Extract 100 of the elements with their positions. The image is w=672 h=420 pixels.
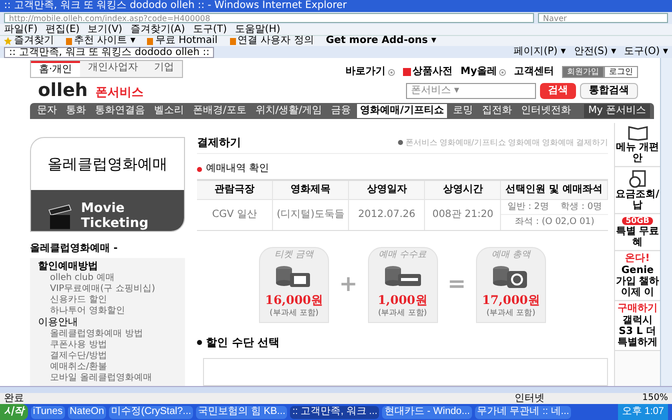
menu-link[interactable]: 하나투어 영화할인 <box>38 306 177 316</box>
taskbar-button[interactable]: iTunes <box>31 406 65 418</box>
util-link[interactable]: 상품사전 <box>412 67 453 77</box>
table-cell: 008관 21:20 <box>425 200 502 230</box>
price-amount: 1,000원 <box>378 294 428 306</box>
price-label: 예매 수수료 <box>378 251 426 260</box>
taskbar-button[interactable]: 현대카드 - Windo... <box>382 406 472 418</box>
nav-item[interactable]: 통화 <box>63 104 89 118</box>
taskbar-button[interactable]: NateOn <box>68 406 106 418</box>
total-search-button[interactable]: 통합검색 <box>580 83 638 99</box>
menu-group[interactable]: 이용안내 <box>38 317 177 328</box>
rail-label: 갤럭시S3 L 더 특별하게 <box>616 315 658 348</box>
menu-link[interactable]: 올레클럽영화예매 방법 <box>38 329 177 339</box>
table-cell: (디지털)도둑들 <box>273 200 350 230</box>
rail-label: 요금조회/납 <box>616 189 660 211</box>
nav-item[interactable]: 로밍 <box>450 104 476 118</box>
menu-item[interactable]: 도움말(H) <box>234 24 280 34</box>
menu-link[interactable]: 신용카드 할인 <box>38 295 177 305</box>
toolbar-menu[interactable]: 안전(S) ▾ <box>574 47 616 57</box>
toolbar-menu[interactable]: 페이지(P) ▾ <box>514 47 566 57</box>
price-amount: 17,000원 <box>482 294 540 306</box>
util-link[interactable]: My올레 <box>460 67 497 77</box>
menu-link[interactable]: 결제수단/방법 <box>38 351 177 361</box>
account-button[interactable]: 회원가입 <box>562 66 604 78</box>
price-label: 티켓 금액 <box>274 251 314 260</box>
page-icon <box>66 38 72 44</box>
site-search-field[interactable]: 폰서비스 ▾ <box>406 83 536 99</box>
operator-sign: + <box>339 274 358 296</box>
account-button[interactable]: 로그인 <box>604 66 638 78</box>
nav-item[interactable]: 문자 <box>34 104 60 118</box>
cloud-badge: 50GB <box>622 217 654 225</box>
menu-link[interactable]: 쿠폰사용 방법 <box>38 340 177 350</box>
search-button[interactable]: 검색 <box>540 83 576 99</box>
menu-link[interactable]: 예매취소/환불 <box>38 362 177 372</box>
site-tab[interactable]: 홈·개인 <box>31 61 80 77</box>
side-rail-item[interactable]: 온다! Genie 가입 챌하이제 이 <box>615 252 660 301</box>
toolbar-menu[interactable]: 도구(O) ▾ <box>624 47 668 57</box>
favorites-item[interactable]: 추천 사이트 ▾ <box>74 36 136 46</box>
nav-item[interactable]: 금융 <box>328 104 354 118</box>
taskbar-button[interactable]: 국민보험의 힘 KB... <box>196 406 288 418</box>
zoom-level[interactable]: 150% <box>642 394 668 403</box>
window-title: :: 고객만족, 워크 또 워킹스 dododo olleh :: - Windows Internet Explorer <box>4 1 347 11</box>
nav-item[interactable]: 집전화 <box>478 104 515 118</box>
page-icon <box>230 38 236 44</box>
menu-item[interactable]: 편집(E) <box>46 24 80 34</box>
nav-item[interactable]: 인터넷전화 <box>518 104 574 118</box>
side-rail-item[interactable]: 구매하기 갤럭시S3 L 더 특별하게 <box>615 302 660 351</box>
side-rail-item[interactable]: 메뉴 개편 안 <box>615 123 660 167</box>
column-header: 선택인원 및 예매좌석 <box>501 181 608 200</box>
menu-item[interactable]: 보기(V) <box>88 24 122 34</box>
favorites-item[interactable]: 무료 Hotmail <box>155 36 218 46</box>
menu-link[interactable]: VIP무료예매(구 쇼핑비십) <box>38 284 177 294</box>
menu-link[interactable]: 모바일 올레클럽영화예매 <box>38 373 177 383</box>
section-title: 예매내역 확인 <box>206 164 270 174</box>
favorites-item[interactable]: 연결 사용자 정의 <box>238 36 314 46</box>
logo[interactable]: olleh <box>38 82 88 100</box>
side-rail-item[interactable]: 50GB 특별 무료혜 <box>615 215 660 251</box>
side-rail-item[interactable]: 요금조회/납 <box>615 168 660 214</box>
menu-link[interactable]: olleh club 예매 <box>38 273 177 283</box>
page-icon <box>147 38 154 44</box>
start-button[interactable]: 시작 <box>0 404 28 420</box>
clapperboard-icon <box>47 202 73 230</box>
column-header: 상영일자 <box>349 181 426 200</box>
util-link[interactable]: 바로가기 <box>346 67 386 77</box>
price-note: (부과세 포함) <box>486 309 536 317</box>
favorites-item[interactable]: 즐겨찾기 <box>14 36 54 46</box>
rail-label: Genie 가입 챌하이제 이 <box>616 265 660 298</box>
util-link[interactable]: 고객센터 <box>514 67 554 77</box>
nav-item[interactable]: 폰배경/포토 <box>190 104 250 118</box>
site-tab[interactable]: 기업 <box>146 61 182 77</box>
browser-tab[interactable]: :: 고객만족, 워크 또 워킹스 dododo olleh :: <box>4 46 214 58</box>
zone-text: 인터넷 <box>514 394 546 404</box>
menu-item[interactable]: 파일(F) <box>4 24 38 34</box>
table-cell: 2012.07.26 <box>349 200 426 230</box>
favorites-item[interactable]: Get more Add-ons ▾ <box>326 36 436 46</box>
banner-text: Movie <box>81 202 126 215</box>
menu-group[interactable]: 할인예매방법 <box>38 261 177 272</box>
rail-label: 메뉴 개편 안 <box>616 142 660 164</box>
menu-item[interactable]: 즐겨찾기(A) <box>130 24 185 34</box>
taskbar-button[interactable]: :: 고객만족, 워크 ... <box>290 406 380 418</box>
table-cell-text: 좌석 : (O 02,O 01) <box>514 216 596 229</box>
column-header: 상영시간 <box>425 181 502 200</box>
search-field[interactable]: Naver <box>538 13 668 23</box>
nav-item[interactable]: 위치/생활/게임 <box>252 104 326 118</box>
table-cell: 일반 : 2명 <box>507 202 549 212</box>
my-service-button[interactable]: My 폰서비스 <box>584 104 650 118</box>
column-header: 관람극장 <box>197 181 274 200</box>
taskbar-button[interactable]: 무가네 무관네 :: 네... <box>474 406 572 418</box>
rail-label: 특별 무료혜 <box>616 226 660 248</box>
nav-item[interactable]: 벨소리 <box>151 104 187 118</box>
clock: 오후 1:07 <box>618 404 668 420</box>
taskbar-button[interactable]: 미수정(CryStal?... <box>109 406 194 418</box>
nav-item[interactable]: 통화연결음 <box>92 104 148 118</box>
address-field[interactable]: http://mobile.olleh.com/index.asp?code=H400008 <box>4 13 534 23</box>
horizontal-scrollbar[interactable] <box>0 386 672 393</box>
site-tab[interactable]: 개인사업자 <box>80 61 146 77</box>
vertical-scrollbar[interactable] <box>660 58 672 386</box>
menu-item[interactable]: 도구(T) <box>193 24 227 34</box>
nav-item[interactable]: 영화예매/기프티쇼 <box>357 104 447 118</box>
page-title: 결제하기 <box>197 137 241 148</box>
